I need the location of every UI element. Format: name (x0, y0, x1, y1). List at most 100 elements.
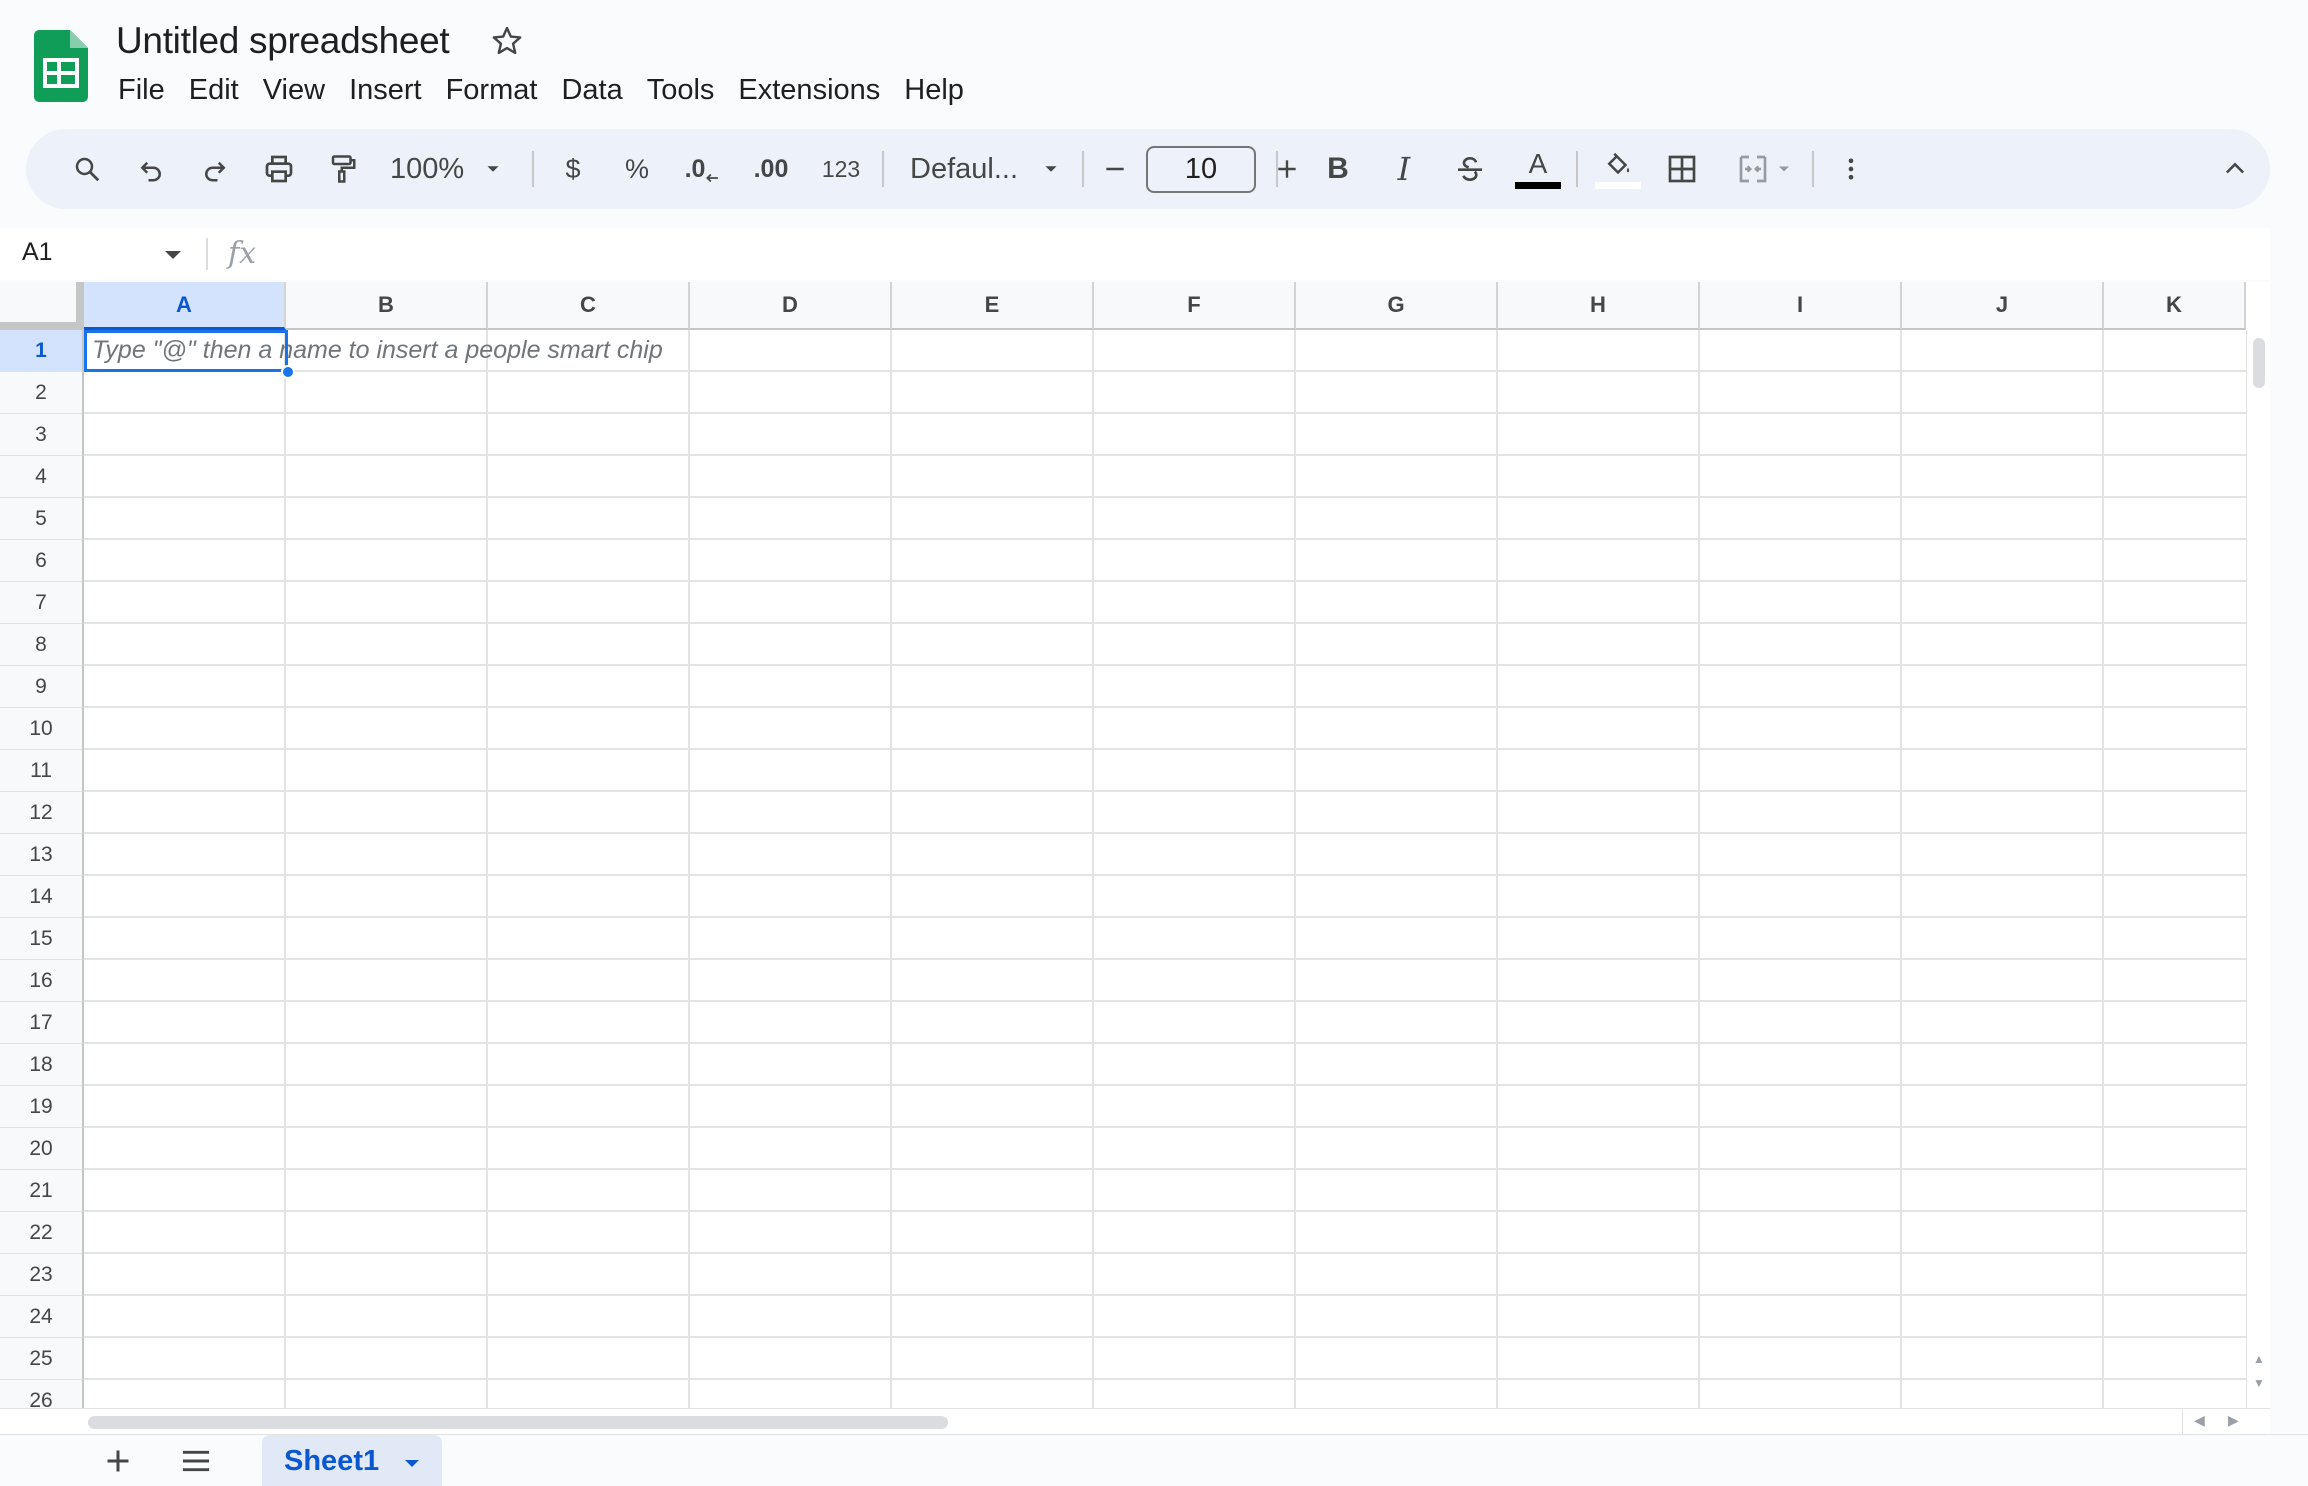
column-header-c[interactable]: C (488, 282, 690, 330)
italic-button[interactable]: I (1378, 129, 1430, 209)
row-header-16[interactable]: 16 (0, 960, 84, 1002)
cell-area[interactable] (84, 330, 2246, 1410)
row-header-6[interactable]: 6 (0, 540, 84, 582)
strikethrough-button[interactable] (1444, 129, 1496, 209)
menu-help[interactable]: Help (892, 70, 976, 111)
bold-button[interactable]: B (1312, 129, 1364, 209)
row-header-15[interactable]: 15 (0, 918, 84, 960)
column-header-e[interactable]: E (892, 282, 1094, 330)
sheet-tab-bar: Sheet1 (0, 1434, 2308, 1486)
menu-extensions[interactable]: Extensions (726, 70, 892, 111)
column-header-a[interactable]: A (84, 282, 286, 330)
document-title[interactable]: Untitled spreadsheet (116, 20, 450, 62)
row-header-11[interactable]: 11 (0, 750, 84, 792)
row-header-5[interactable]: 5 (0, 498, 84, 540)
scroll-down-icon[interactable]: ▼ (2253, 1376, 2265, 1390)
hide-menus-button[interactable] (2210, 129, 2260, 209)
menu-tools[interactable]: Tools (635, 70, 727, 111)
row-header-25[interactable]: 25 (0, 1338, 84, 1380)
row-header-1[interactable]: 1 (0, 330, 84, 372)
row-header-21[interactable]: 21 (0, 1170, 84, 1212)
formula-bar: A1 fx (0, 228, 2270, 280)
column-header-d[interactable]: D (690, 282, 892, 330)
print-button[interactable] (254, 129, 304, 209)
spreadsheet-grid[interactable]: A B C D E F G H I J K 1 2 3 4 5 6 7 8 9 … (0, 282, 2270, 1410)
row-header-19[interactable]: 19 (0, 1086, 84, 1128)
fill-color-button[interactable] (1590, 129, 1646, 209)
column-header-k[interactable]: K (2104, 282, 2246, 330)
font-size-input[interactable]: 10 (1146, 146, 1256, 193)
column-header-b[interactable]: B (286, 282, 488, 330)
row-header-22[interactable]: 22 (0, 1212, 84, 1254)
horizontal-scroll-thumb[interactable] (88, 1416, 948, 1429)
scroll-up-icon[interactable]: ▲ (2253, 1352, 2265, 1366)
search-menus-button[interactable] (62, 129, 112, 209)
row-header-9[interactable]: 9 (0, 666, 84, 708)
row-header-17[interactable]: 17 (0, 1002, 84, 1044)
scroll-right-icon[interactable]: ▶ (2228, 1412, 2239, 1429)
add-sheet-icon[interactable] (100, 1443, 136, 1479)
select-all-corner[interactable] (0, 282, 84, 330)
decrease-font-size-button[interactable] (1090, 129, 1140, 209)
scroll-left-icon[interactable]: ◀ (2194, 1412, 2205, 1429)
row-header-10[interactable]: 10 (0, 708, 84, 750)
redo-button[interactable] (190, 129, 240, 209)
star-icon[interactable] (490, 24, 524, 58)
menu-insert[interactable]: Insert (337, 70, 434, 111)
active-cell-a1[interactable] (84, 330, 288, 372)
row-header-26[interactable]: 26 (0, 1380, 84, 1410)
vertical-scrollbar[interactable]: ▲ ▼ (2246, 330, 2270, 1410)
more-options-button[interactable] (1826, 129, 1876, 209)
row-header-20[interactable]: 20 (0, 1128, 84, 1170)
sheet-tab-sheet1[interactable]: Sheet1 (262, 1435, 442, 1486)
all-sheets-menu-icon[interactable] (178, 1445, 214, 1477)
format-percent-button[interactable]: % (612, 129, 662, 209)
merge-cells-button[interactable] (1722, 129, 1808, 209)
row-header-18[interactable]: 18 (0, 1044, 84, 1086)
menu-format[interactable]: Format (434, 70, 550, 111)
zoom-select[interactable]: 100% (382, 129, 522, 209)
row-header-12[interactable]: 12 (0, 792, 84, 834)
chevron-up-icon (2225, 162, 2245, 174)
row-header-14[interactable]: 14 (0, 876, 84, 918)
row-header-2[interactable]: 2 (0, 372, 84, 414)
row-header-24[interactable]: 24 (0, 1296, 84, 1338)
vertical-scroll-thumb[interactable] (2253, 338, 2265, 388)
menu-edit[interactable]: Edit (177, 70, 251, 111)
menu-view[interactable]: View (251, 70, 337, 111)
decrease-decimal-button[interactable]: .0 (676, 129, 728, 209)
row-header-3[interactable]: 3 (0, 414, 84, 456)
font-family-select[interactable]: Defaul... (898, 129, 1088, 209)
more-formats-button[interactable]: 123 (812, 129, 870, 209)
column-header-h[interactable]: H (1498, 282, 1700, 330)
undo-button[interactable] (126, 129, 176, 209)
increase-decimal-button[interactable]: .00 (742, 129, 800, 209)
chevron-down-icon[interactable] (402, 1457, 422, 1471)
menu-file[interactable]: File (106, 70, 177, 111)
row-header-8[interactable]: 8 (0, 624, 84, 666)
more-vert-icon (1848, 158, 1854, 180)
row-header-4[interactable]: 4 (0, 456, 84, 498)
menu-data[interactable]: Data (549, 70, 634, 111)
increase-font-size-button[interactable] (1262, 129, 1312, 209)
column-header-g[interactable]: G (1296, 282, 1498, 330)
row-header-23[interactable]: 23 (0, 1254, 84, 1296)
text-color-button[interactable]: A (1510, 129, 1566, 209)
chevron-down-icon[interactable] (162, 248, 184, 262)
fill-color-swatch (1595, 181, 1641, 189)
format-currency-button[interactable]: $ (548, 129, 598, 209)
minus-icon (1106, 167, 1124, 171)
sheets-logo-icon[interactable] (34, 30, 88, 102)
borders-button[interactable] (1656, 129, 1708, 209)
scrollbar-divider (2182, 1409, 2183, 1435)
paint-format-button[interactable] (318, 129, 368, 209)
column-header-f[interactable]: F (1094, 282, 1296, 330)
name-box[interactable]: A1 (22, 238, 53, 267)
fill-handle[interactable] (281, 365, 295, 379)
column-header-j[interactable]: J (1902, 282, 2104, 330)
toolbar-divider (882, 151, 884, 187)
row-header-13[interactable]: 13 (0, 834, 84, 876)
column-header-i[interactable]: I (1700, 282, 1902, 330)
row-header-7[interactable]: 7 (0, 582, 84, 624)
horizontal-scrollbar[interactable]: ◀ ▶ (0, 1408, 2270, 1435)
